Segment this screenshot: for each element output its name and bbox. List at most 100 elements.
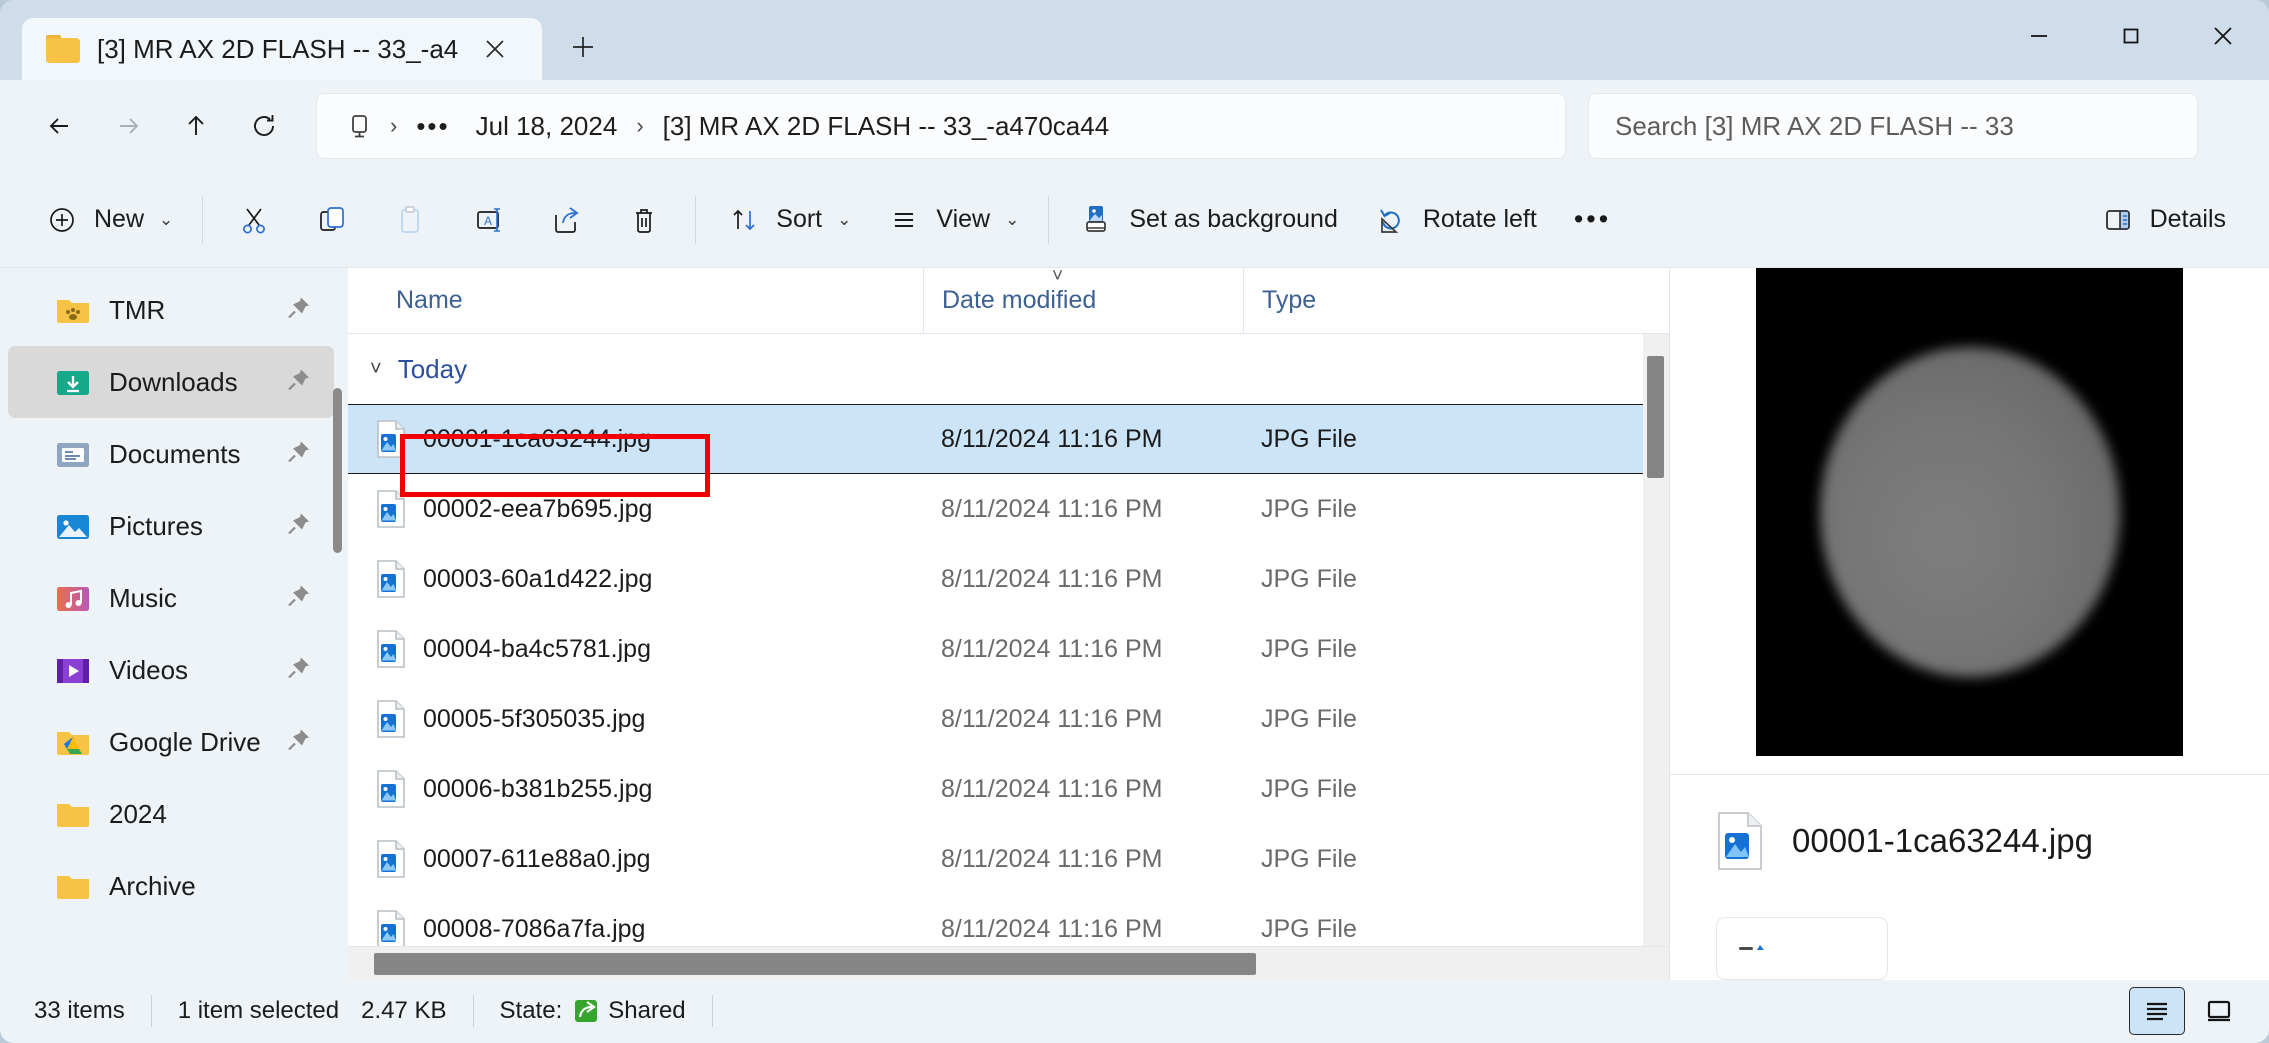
up-arrow-icon[interactable] (162, 95, 230, 157)
sidebar-item-tmr[interactable]: TMR (8, 274, 334, 346)
pin-icon[interactable] (286, 439, 312, 470)
set-as-background-button[interactable]: Set as background (1061, 189, 1354, 251)
sidebar-item-music[interactable]: Music (8, 562, 334, 634)
table-row[interactable]: 00002-eea7b695.jpg 8/11/2024 11:16 PM JPG … (348, 474, 1669, 544)
table-row[interactable]: 00006-b381b255.jpg 8/11/2024 11:16 PM JPG … (348, 754, 1669, 824)
plus-circle-icon (43, 201, 81, 239)
view-mode-toggle (2129, 987, 2247, 1035)
table-row[interactable]: 00001-1ca63244.jpg 8/11/2024 11:16 PM JPG … (348, 404, 1669, 474)
close-window-icon[interactable] (2177, 0, 2269, 72)
chevron-down-icon: ⌄ (159, 209, 174, 229)
column-header-date-modified[interactable]: ˅ Date modified (923, 266, 1243, 334)
breadcrumb-item-0[interactable]: Jul 18, 2024 (464, 105, 630, 148)
documents-folder-icon (56, 439, 90, 469)
delete-button[interactable] (605, 189, 683, 251)
toolbar-divider (695, 195, 697, 244)
details-action-card[interactable] (1716, 916, 1888, 980)
chevron-down-icon[interactable]: ˅ (370, 358, 382, 381)
rename-button[interactable]: A (449, 189, 527, 251)
cut-button[interactable] (215, 189, 293, 251)
file-list-area: ˅ Today 00001-1ca63244.jpg 8/11/2024 11:1… (348, 334, 1669, 946)
sidebar-item-label: Videos (109, 654, 189, 685)
refresh-icon[interactable] (230, 95, 298, 157)
share-icon (547, 201, 585, 239)
breadcrumb-separator: › (390, 113, 398, 138)
file-list-horizontal-scrollbar[interactable] (348, 946, 1669, 980)
copy-button[interactable] (293, 189, 371, 251)
details-view-icon[interactable] (2129, 987, 2185, 1035)
file-list-scrollbar[interactable] (1643, 334, 1669, 946)
details-pane-label: Details (2149, 205, 2226, 233)
file-list-scrollbar-thumb[interactable] (1647, 356, 1664, 478)
sidebar-item-videos[interactable]: Videos (8, 634, 334, 706)
jpg-file-icon (1716, 811, 1764, 871)
sidebar-item-documents[interactable]: Documents (8, 418, 334, 490)
toolbar-divider (202, 195, 204, 244)
maximize-icon[interactable] (2085, 0, 2177, 72)
google-drive-icon (56, 727, 90, 757)
address-bar[interactable]: › ••• Jul 18, 2024 › [3] MR AX 2D FLASH … (316, 93, 1566, 159)
file-type: JPG File (1261, 424, 1357, 453)
breadcrumb-overflow-button[interactable]: ••• (404, 111, 461, 142)
search-box[interactable] (1588, 93, 2198, 159)
jpg-file-icon (376, 700, 406, 738)
pin-icon[interactable] (286, 655, 312, 686)
file-name: 00001-1ca63244.jpg (423, 424, 651, 453)
tab-title: [3] MR AX 2D FLASH -- 33_-a4 (97, 33, 459, 64)
table-row[interactable]: 00008-7086a7fa.jpg 8/11/2024 11:16 PM JPG … (348, 894, 1669, 946)
details-pane: 00001-1ca63244.jpg (1669, 268, 2269, 980)
pin-icon[interactable] (286, 511, 312, 542)
tab-active[interactable]: [3] MR AX 2D FLASH -- 33_-a4 (22, 18, 542, 80)
music-folder-icon (56, 583, 90, 613)
sidebar-item-label: Pictures (109, 510, 203, 541)
view-button[interactable]: View ⌄ (868, 189, 1036, 251)
folder-paw-icon (56, 295, 90, 325)
sidebar-item-2024[interactable]: 2024 (8, 778, 334, 850)
column-header-type[interactable]: Type (1243, 267, 1543, 334)
table-row[interactable]: 00007-611e88a0.jpg 8/11/2024 11:16 PM JPG … (348, 824, 1669, 894)
sidebar-item-pictures[interactable]: Pictures (8, 490, 334, 562)
search-input[interactable] (1615, 110, 2171, 142)
pin-icon[interactable] (286, 727, 312, 758)
pin-icon[interactable] (286, 583, 312, 614)
folder-icon (46, 35, 80, 63)
new-tab-button[interactable] (556, 20, 610, 74)
table-row[interactable]: 00005-5f305035.jpg 8/11/2024 11:16 PM JPG … (348, 684, 1669, 754)
paste-button (371, 189, 449, 251)
back-arrow-icon[interactable] (26, 95, 94, 157)
address-row: › ••• Jul 18, 2024 › [3] MR AX 2D FLASH … (0, 80, 2269, 172)
more-options-button[interactable]: ••• (1554, 189, 1631, 251)
close-icon[interactable] (475, 29, 515, 69)
sidebar-item-archive[interactable]: Archive (8, 850, 334, 922)
cell-type: JPG File (1243, 405, 1543, 473)
group-header-today[interactable]: ˅ Today (348, 334, 1669, 404)
details-pane-button[interactable]: Details (2082, 189, 2243, 251)
sidebar-item-label: Documents (109, 438, 241, 469)
paste-icon (391, 201, 429, 239)
rotate-left-button[interactable]: Rotate left (1355, 189, 1554, 251)
file-list-horizontal-scrollbar-thumb[interactable] (374, 953, 1256, 975)
new-button[interactable]: New ⌄ (26, 189, 190, 251)
file-date: 8/11/2024 11:16 PM (941, 844, 1163, 873)
large-icons-view-icon[interactable] (2191, 987, 2247, 1035)
sidebar-scrollbar-thumb[interactable] (333, 388, 342, 553)
minimize-icon[interactable] (1993, 0, 2085, 72)
file-type: JPG File (1261, 634, 1357, 663)
table-row[interactable]: 00004-ba4c5781.jpg 8/11/2024 11:16 PM JPG … (348, 614, 1669, 684)
file-date: 8/11/2024 11:16 PM (941, 914, 1163, 943)
sort-button[interactable]: Sort ⌄ (708, 189, 868, 251)
sidebar-item-downloads[interactable]: Downloads (8, 346, 334, 418)
sidebar-item-google-drive[interactable]: Google Drive (8, 706, 334, 778)
breadcrumb-item-1[interactable]: [3] MR AX 2D FLASH -- 33_-a470ca44 (651, 105, 1122, 148)
table-row[interactable]: 00003-60a1d422.jpg 8/11/2024 11:16 PM JPG … (348, 544, 1669, 614)
sidebar-item-label: Archive (109, 870, 196, 901)
pin-icon[interactable] (286, 295, 312, 326)
column-header-name[interactable]: Name (348, 268, 923, 334)
title-bar: [3] MR AX 2D FLASH -- 33_-a4 (0, 0, 2269, 80)
this-pc-icon[interactable] (339, 111, 379, 141)
pin-icon[interactable] (286, 367, 312, 398)
set-as-background-label: Set as background (1129, 205, 1338, 233)
sidebar-scrollbar[interactable] (330, 268, 346, 980)
share-button[interactable] (527, 189, 605, 251)
command-toolbar: New ⌄ A Sort ⌄ View ⌄ Set as background … (0, 172, 2269, 268)
